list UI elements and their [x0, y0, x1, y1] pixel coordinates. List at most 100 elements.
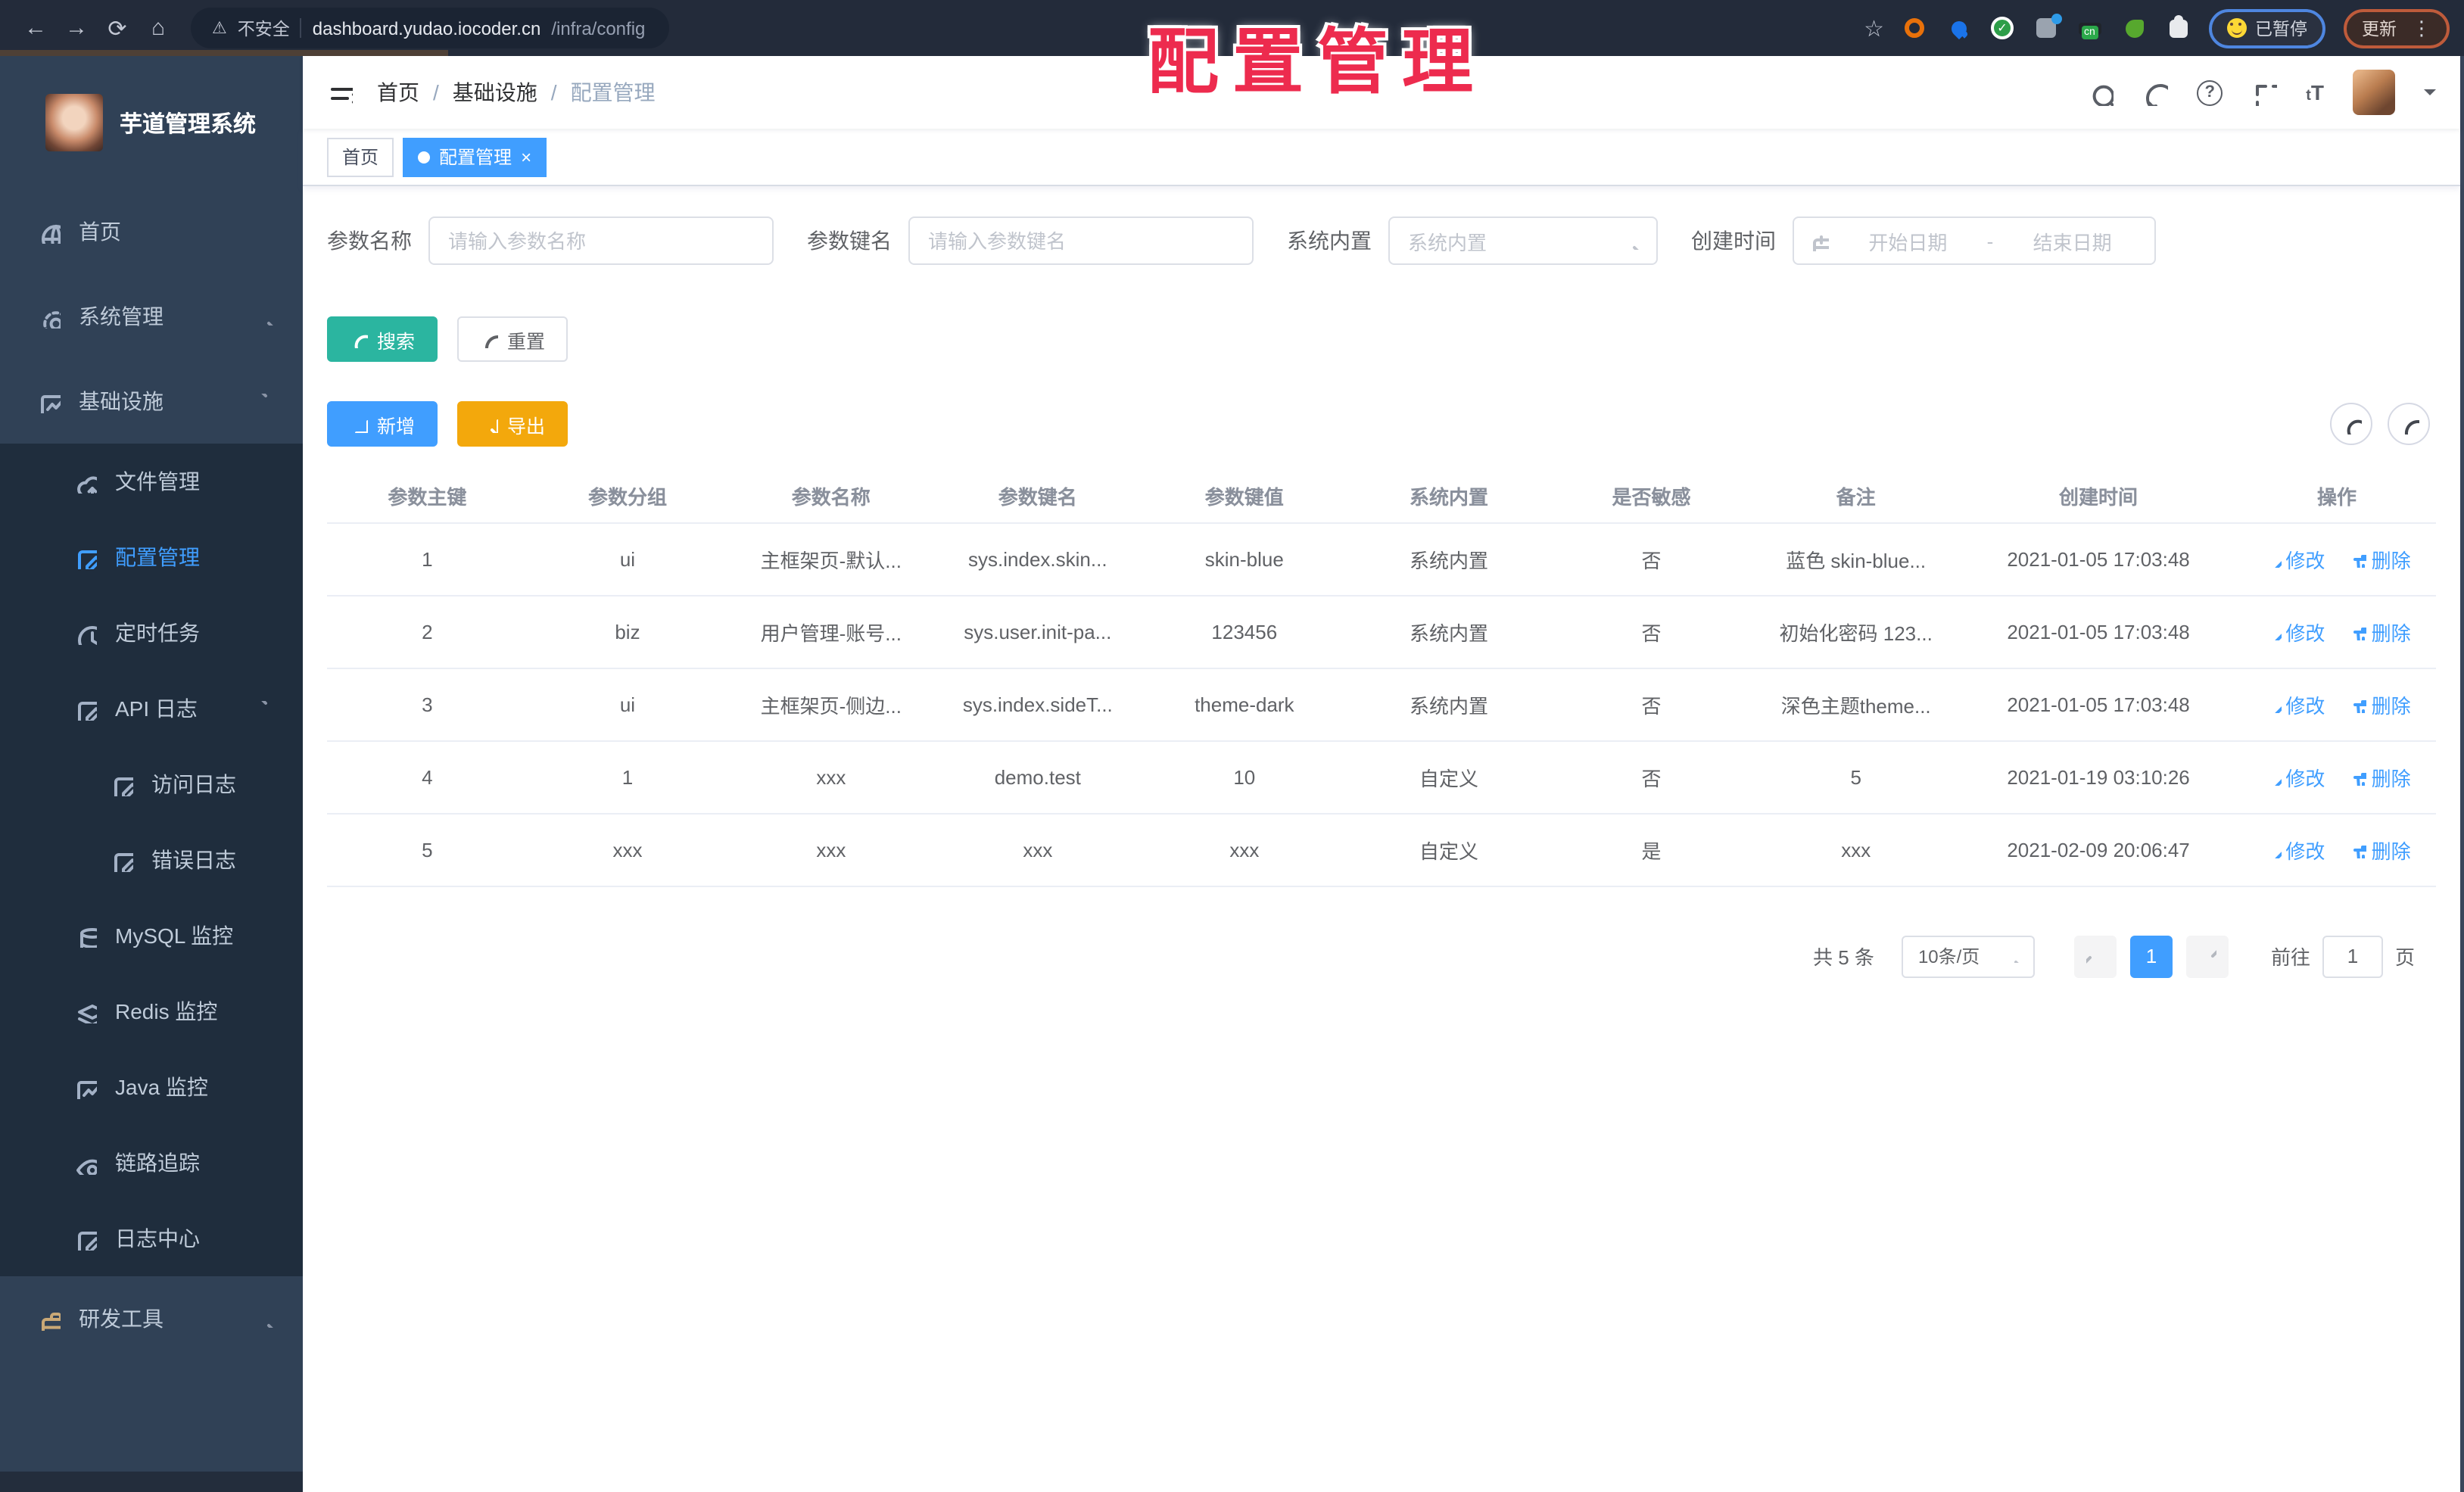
extension-pin-icon[interactable] [1946, 16, 1970, 40]
avatar[interactable] [2353, 70, 2395, 115]
tab-home[interactable]: 首页 [327, 137, 394, 176]
bookmark-star-icon[interactable]: ☆ [1864, 14, 1884, 42]
current-page-button[interactable]: 1 [2129, 935, 2173, 977]
extension-leaf-icon[interactable] [2122, 16, 2146, 40]
column-header: 参数主键 [327, 471, 528, 523]
goto-page-input[interactable] [2322, 935, 2383, 977]
toolbox-icon [36, 1307, 62, 1330]
update-badge[interactable]: 更新 ⋮ [2344, 8, 2450, 48]
delete-link-label: 删除 [2371, 767, 2411, 790]
extension-cn-icon[interactable] [2078, 16, 2102, 40]
trash-icon [2349, 695, 2367, 713]
refresh-table-button[interactable] [2388, 403, 2430, 445]
edit-link[interactable]: 修改 [2263, 690, 2325, 718]
font-size-icon[interactable]: tT [2306, 80, 2324, 104]
cell-remark: 5 [1752, 740, 1960, 814]
sidebar-item-access-logs[interactable]: 访问日志 [0, 746, 303, 822]
edit-link[interactable]: 修改 [2263, 835, 2325, 864]
gear-icon [36, 305, 62, 328]
tab-config-mgmt[interactable]: 配置管理 × [403, 137, 547, 176]
sidebar-item-error-logs[interactable]: 错误日志 [0, 822, 303, 898]
param-name-input[interactable] [428, 216, 774, 265]
sidebar-item-infrastructure[interactable]: 基础设施 [0, 359, 303, 444]
hamburger-icon[interactable] [327, 79, 353, 105]
column-header: 参数键名 [934, 471, 1142, 523]
breadcrumb-current: 配置管理 [570, 80, 656, 104]
edit-link[interactable]: 修改 [2263, 762, 2325, 791]
sidebar-item-log-center[interactable]: 日志中心 [0, 1201, 303, 1276]
sidebar-item-tracing[interactable]: 链路追踪 [0, 1125, 303, 1201]
browser-menu-icon[interactable]: ⋮ [2412, 16, 2431, 40]
pencil-icon [2263, 695, 2282, 713]
eye-icon [73, 1151, 98, 1174]
delete-link[interactable]: 删除 [2349, 690, 2411, 718]
sidebar-item-api-logs[interactable]: API 日志 [0, 671, 303, 746]
breadcrumb-separator: / [433, 80, 439, 104]
pencil-icon [2263, 622, 2282, 640]
search-button[interactable]: 搜索 [327, 316, 438, 362]
security-label: 不安全 [237, 20, 290, 39]
prev-page-button[interactable] [2073, 935, 2117, 977]
sidebar-item-java-monitor[interactable]: Java 监控 [0, 1049, 303, 1125]
delete-link[interactable]: 删除 [2349, 544, 2411, 573]
extension-gray-icon[interactable] [2034, 16, 2058, 40]
trash-icon [2349, 622, 2367, 640]
export-button[interactable]: 导出 [457, 401, 568, 447]
cell-actions: 修改 删除 [2237, 740, 2436, 814]
param-key-input[interactable] [908, 216, 1254, 265]
sidebar-logo-row[interactable]: 芋道管理系统 [0, 56, 303, 189]
browser-home-button[interactable]: ⌂ [138, 8, 179, 48]
toggle-search-button[interactable] [2330, 403, 2372, 445]
fullscreen-icon[interactable] [2251, 79, 2278, 105]
delete-link[interactable]: 删除 [2349, 617, 2411, 646]
breadcrumb-infrastructure[interactable]: 基础设施 [453, 77, 537, 107]
sidebar-item-file-mgmt[interactable]: 文件管理 [0, 444, 303, 519]
add-button[interactable]: 新增 [327, 401, 438, 447]
edit-link[interactable]: 修改 [2263, 617, 2325, 646]
chevron-down-icon [2006, 948, 2021, 964]
close-icon[interactable]: × [521, 146, 531, 167]
extension-puzzle-icon[interactable] [2166, 16, 2190, 40]
sidebar-item-dev-tools[interactable]: 研发工具 [0, 1276, 303, 1361]
help-icon[interactable]: ? [2197, 79, 2223, 105]
sidebar-item-label: 系统管理 [79, 304, 164, 329]
next-page-button[interactable] [2185, 935, 2229, 977]
delete-link[interactable]: 删除 [2349, 762, 2411, 791]
delete-link[interactable]: 删除 [2349, 835, 2411, 864]
calendar-icon [1809, 231, 1829, 251]
paused-badge[interactable]: 已暂停 [2208, 8, 2325, 48]
param-key-label: 参数键名 [807, 229, 892, 253]
search-icon[interactable] [2088, 79, 2114, 105]
sidebar-item-scheduled-tasks[interactable]: 定时任务 [0, 595, 303, 671]
cell-name: 用户管理-账号... [727, 595, 935, 668]
sidebar-item-redis-monitor[interactable]: Redis 监控 [0, 973, 303, 1049]
sidebar-item-mysql-monitor[interactable]: MySQL 监控 [0, 898, 303, 973]
breadcrumb-home[interactable]: 首页 [377, 77, 419, 107]
refresh-icon [480, 330, 499, 348]
github-icon[interactable] [2142, 79, 2169, 105]
app-title: 芋道管理系统 [120, 111, 257, 137]
url-path: /infra/config [551, 17, 646, 39]
sidebar-submenu-infrastructure: 文件管理 配置管理 定时任务 API 日志 访问日志 错误日志 MySQL 监控… [0, 444, 303, 1276]
cell-name: xxx [727, 740, 935, 814]
user-menu-caret-icon[interactable] [2424, 89, 2436, 101]
sidebar-item-home[interactable]: 首页 [0, 189, 303, 274]
builtin-select[interactable]: 系统内置 [1388, 216, 1658, 265]
sidebar-item-config-mgmt[interactable]: 配置管理 [0, 519, 303, 595]
extension-green-check-icon[interactable]: ✓ [1990, 16, 2014, 40]
sidebar-item-system-mgmt[interactable]: 系统管理 [0, 274, 303, 359]
browser-forward-button[interactable]: → [56, 8, 97, 48]
page-size-select[interactable]: 10条/页 [1901, 935, 2035, 977]
address-bar[interactable]: ⚠ 不安全 dashboard.yudao.iocoder.cn/infra/c… [191, 8, 669, 48]
edit-link[interactable]: 修改 [2263, 544, 2325, 573]
extension-orange-icon[interactable] [1902, 16, 1927, 40]
cell-key: demo.test [934, 740, 1142, 814]
reset-button[interactable]: 重置 [457, 316, 568, 362]
date-range-picker[interactable]: 开始日期 - 结束日期 [1793, 216, 2156, 265]
table-row: 2 biz 用户管理-账号... sys.user.init-pa... 123… [327, 595, 2436, 668]
browser-reload-button[interactable]: ⟳ [97, 8, 138, 48]
trash-icon [2349, 550, 2367, 568]
browser-back-button[interactable]: ← [15, 8, 56, 48]
cell-create-time: 2021-02-09 20:06:47 [1959, 813, 2238, 886]
paused-badge-label: 已暂停 [2255, 20, 2307, 39]
